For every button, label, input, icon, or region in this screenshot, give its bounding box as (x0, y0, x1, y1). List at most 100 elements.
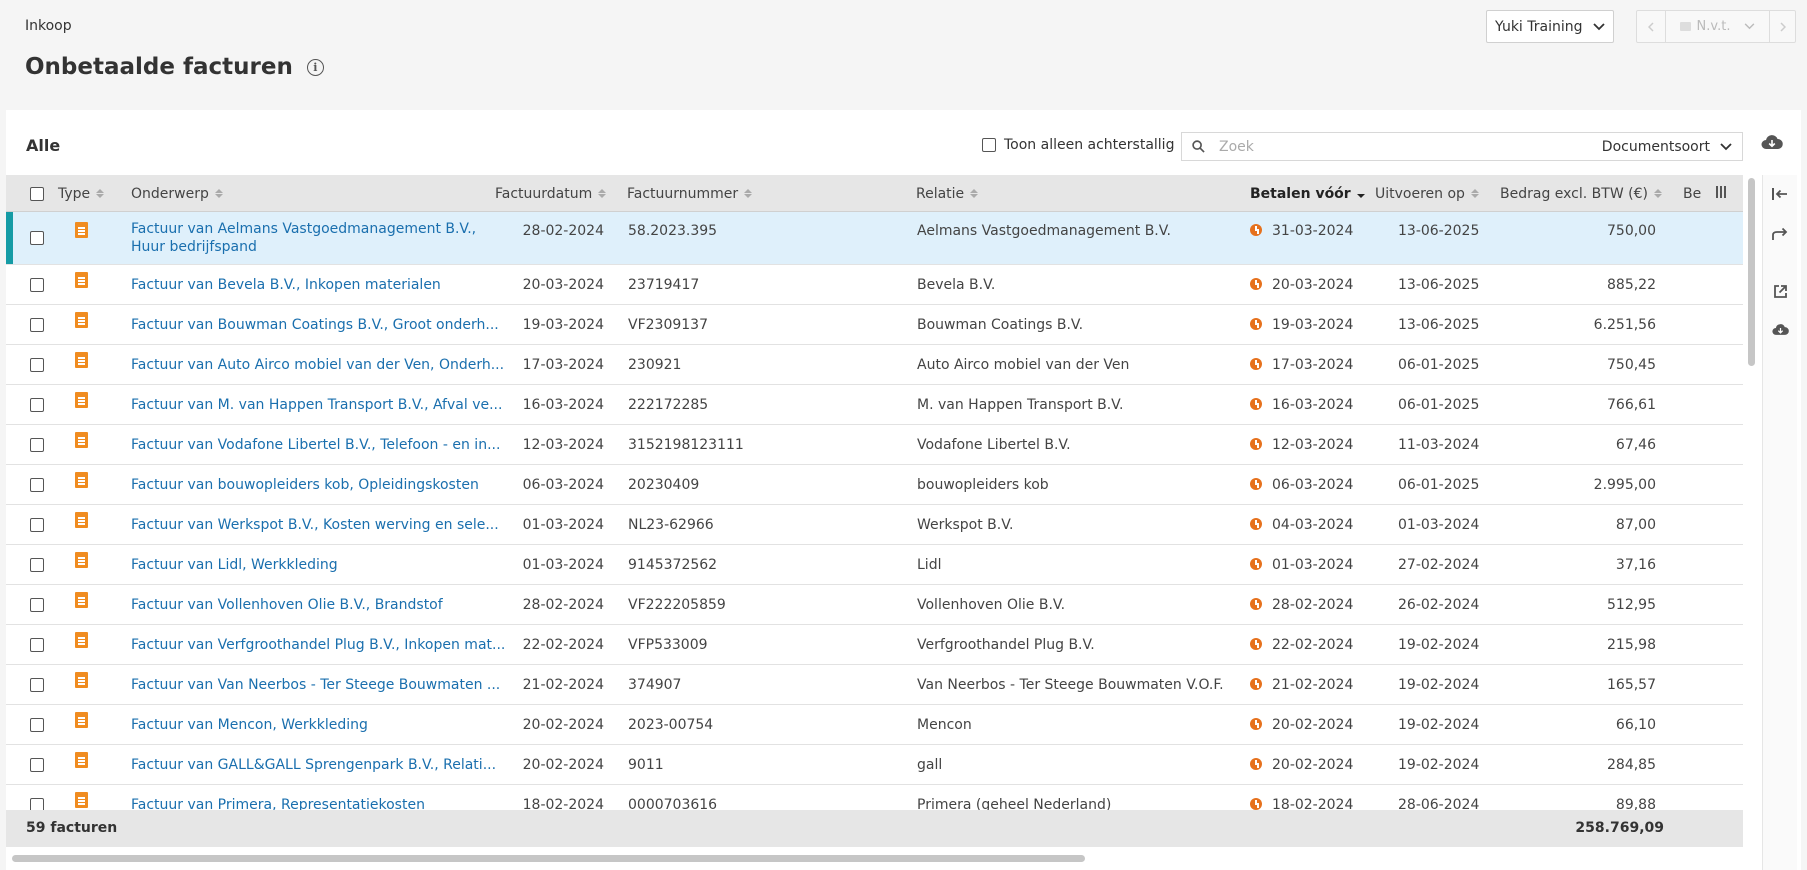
row-subject-link[interactable]: Factuur van Primera, Representatiekosten (131, 797, 425, 810)
clock-icon (1250, 718, 1262, 730)
table-row[interactable]: Factuur van Van Neerbos - Ter Steege Bou… (6, 665, 1743, 705)
table-row[interactable]: Factuur van Vodafone Libertel B.V., Tele… (6, 425, 1743, 465)
vertical-scrollbar[interactable] (1748, 178, 1755, 366)
row-checkbox[interactable] (30, 678, 44, 692)
chevron-down-icon (1593, 22, 1605, 30)
download-button[interactable] (1771, 320, 1789, 338)
select-all-checkbox[interactable] (30, 175, 44, 212)
breadcrumb[interactable]: Inkoop (25, 18, 72, 34)
row-subject-link[interactable]: Factuur van Vodafone Libertel B.V., Tele… (131, 437, 500, 453)
horizontal-scrollbar[interactable] (12, 855, 1085, 862)
col-pay-before[interactable]: Betalen vóór (1250, 175, 1365, 212)
row-checkbox[interactable] (30, 558, 44, 572)
row-checkbox[interactable] (30, 278, 44, 292)
info-icon[interactable]: i (306, 58, 324, 76)
row-relation: Mencon (917, 717, 972, 733)
col-relation[interactable]: Relatie (916, 175, 979, 212)
forward-button[interactable] (1771, 225, 1789, 243)
table-row[interactable]: Factuur van GALL&GALL Sprengenpark B.V.,… (6, 745, 1743, 785)
row-invoice-date: 06-03-2024 (522, 477, 604, 493)
row-subject-link[interactable]: Factuur van Mencon, Werkkleding (131, 717, 368, 733)
row-execute-on: 06-01-2025 (1398, 397, 1480, 413)
row-subject-link[interactable]: Factuur van Aelmans Vastgoedmanagement B… (131, 220, 476, 256)
column-chooser-icon[interactable] (1716, 186, 1726, 198)
row-subject-link[interactable]: Factuur van bouwopleiders kob, Opleiding… (131, 477, 479, 493)
row-pay-before: 12-03-2024 (1250, 437, 1353, 453)
row-subject-link[interactable]: Factuur van Lidl, Werkkleding (131, 557, 338, 573)
clock-icon (1250, 758, 1262, 770)
row-subject-link[interactable]: Factuur van Bouwman Coatings B.V., Groot… (131, 317, 499, 333)
row-amount: 215,98 (1607, 637, 1656, 653)
table-row[interactable]: Factuur van Werkspot B.V., Kosten wervin… (6, 505, 1743, 545)
document-icon (75, 552, 88, 568)
row-checkbox[interactable] (30, 518, 44, 532)
open-external-button[interactable] (1771, 282, 1789, 300)
row-subject-link[interactable]: Factuur van GALL&GALL Sprengenpark B.V.,… (131, 757, 496, 773)
table-row[interactable]: Factuur van Mencon, Werkkleding 20-02-202… (6, 705, 1743, 745)
document-type-label: Documentsoort (1601, 138, 1710, 155)
row-subject-link[interactable]: Factuur van Verfgroothandel Plug B.V., I… (131, 637, 505, 653)
row-checkbox[interactable] (30, 598, 44, 612)
clock-icon (1250, 678, 1262, 690)
col-type[interactable]: Type (58, 175, 105, 212)
row-pay-before: 04-03-2024 (1250, 517, 1353, 533)
overdue-checkbox[interactable] (982, 138, 996, 152)
row-subject-link[interactable]: Factuur van Bevela B.V., Inkopen materia… (131, 277, 441, 293)
row-checkbox[interactable] (30, 638, 44, 652)
col-execute-on[interactable]: Uitvoeren op (1375, 175, 1479, 212)
row-execute-on: 19-02-2024 (1398, 717, 1480, 733)
period-select[interactable]: N.v.t. (1665, 11, 1769, 42)
period-next-button[interactable] (1769, 11, 1795, 42)
row-pay-before: 16-03-2024 (1250, 397, 1353, 413)
table-row[interactable]: Factuur van Auto Airco mobiel van der Ve… (6, 345, 1743, 385)
search-box: Zoek Documentsoort (1181, 132, 1743, 161)
row-pay-before: 28-02-2024 (1250, 597, 1353, 613)
table-row[interactable]: Factuur van Vollenhoven Olie B.V., Brand… (6, 585, 1743, 625)
row-relation: Vollenhoven Olie B.V. (917, 597, 1066, 613)
table-row[interactable]: Factuur van Bevela B.V., Inkopen materia… (6, 265, 1743, 305)
table-row[interactable]: Factuur van Primera, Representatiekosten… (6, 785, 1743, 810)
row-checkbox[interactable] (30, 358, 44, 372)
search-input[interactable]: Zoek (1219, 139, 1602, 155)
table-row[interactable]: Factuur van Bouwman Coatings B.V., Groot… (6, 305, 1743, 345)
row-execute-on: 19-02-2024 (1398, 637, 1480, 653)
row-checkbox[interactable] (30, 398, 44, 412)
row-checkbox[interactable] (30, 438, 44, 452)
collapse-panel-button[interactable] (1771, 185, 1789, 203)
col-amount-label: Bedrag excl. BTW (€) (1500, 185, 1648, 202)
table-row[interactable]: Factuur van M. van Happen Transport B.V.… (6, 385, 1743, 425)
table-row[interactable]: Factuur van Verfgroothandel Plug B.V., I… (6, 625, 1743, 665)
col-subject[interactable]: Onderwerp (131, 175, 223, 212)
row-invoice-number: 2023-00754 (628, 717, 714, 733)
col-invoice-number[interactable]: Factuurnummer (627, 175, 753, 212)
row-subject-link[interactable]: Factuur van Auto Airco mobiel van der Ve… (131, 357, 504, 373)
document-type-select[interactable]: Documentsoort (1602, 139, 1732, 155)
row-subject-link[interactable]: Factuur van M. van Happen Transport B.V.… (131, 397, 502, 413)
row-checkbox[interactable] (30, 318, 44, 332)
overdue-label: Toon alleen achterstallig (1004, 137, 1175, 153)
row-checkbox[interactable] (30, 758, 44, 772)
row-checkbox[interactable] (30, 718, 44, 732)
period-prev-button[interactable] (1637, 11, 1665, 42)
table-row[interactable]: Factuur van Aelmans Vastgoedmanagement B… (6, 212, 1743, 265)
tab-alle[interactable]: Alle (26, 136, 60, 155)
overdue-filter[interactable]: Toon alleen achterstallig (982, 137, 1174, 153)
row-subject-link[interactable]: Factuur van Van Neerbos - Ter Steege Bou… (131, 677, 500, 693)
row-checkbox[interactable] (30, 478, 44, 492)
row-subject-link[interactable]: Factuur van Vollenhoven Olie B.V., Brand… (131, 597, 443, 613)
row-checkbox[interactable] (30, 798, 44, 810)
col-next[interactable]: Be (1683, 175, 1713, 212)
download-cloud-button[interactable] (1761, 134, 1783, 154)
row-invoice-date: 20-02-2024 (522, 757, 604, 773)
side-toolbar (1762, 175, 1797, 870)
col-amount[interactable]: Bedrag excl. BTW (€) (1500, 175, 1662, 212)
row-checkbox[interactable] (30, 231, 44, 245)
sort-desc-icon (1356, 189, 1365, 198)
administration-select[interactable]: Yuki Training (1486, 10, 1614, 43)
col-invoice-date[interactable]: Factuurdatum (495, 175, 607, 212)
row-invoice-number: 3152198123111 (628, 437, 744, 453)
search-icon (1192, 140, 1205, 153)
table-row[interactable]: Factuur van bouwopleiders kob, Opleiding… (6, 465, 1743, 505)
table-row[interactable]: Factuur van Lidl, Werkkleding 01-03-2024 9… (6, 545, 1743, 585)
row-subject-link[interactable]: Factuur van Werkspot B.V., Kosten wervin… (131, 517, 499, 533)
